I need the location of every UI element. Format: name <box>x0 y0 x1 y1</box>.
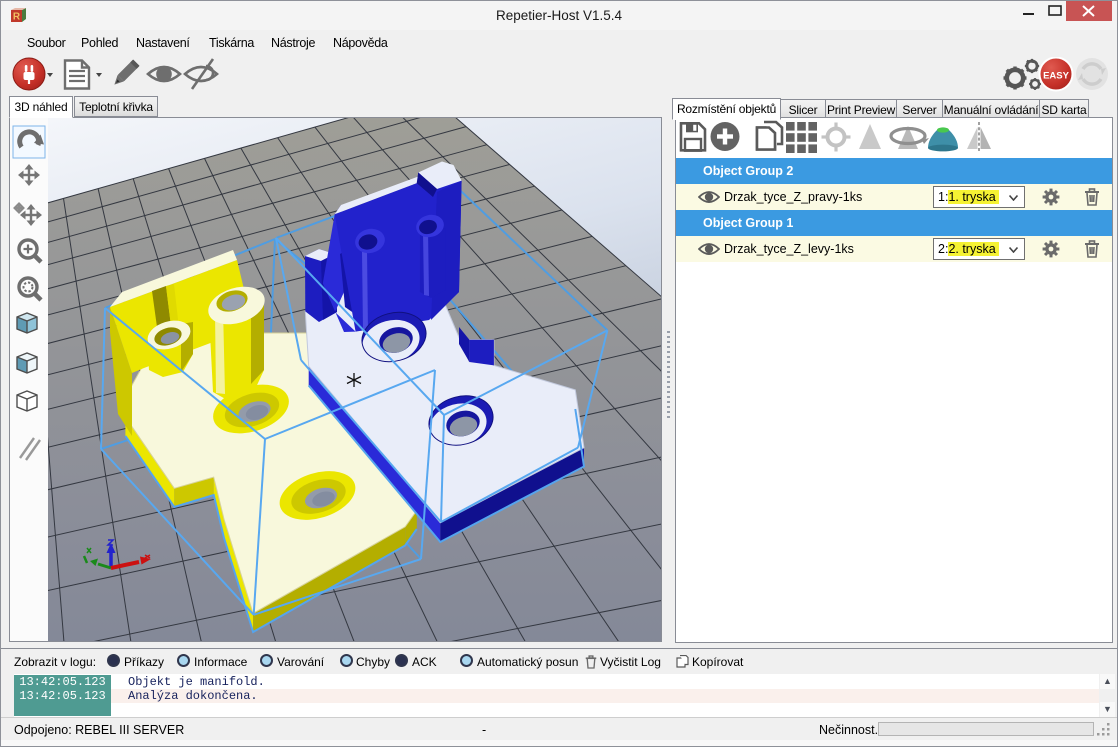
svg-text:EASY: EASY <box>1043 71 1070 82</box>
svg-text:R: R <box>13 12 21 23</box>
